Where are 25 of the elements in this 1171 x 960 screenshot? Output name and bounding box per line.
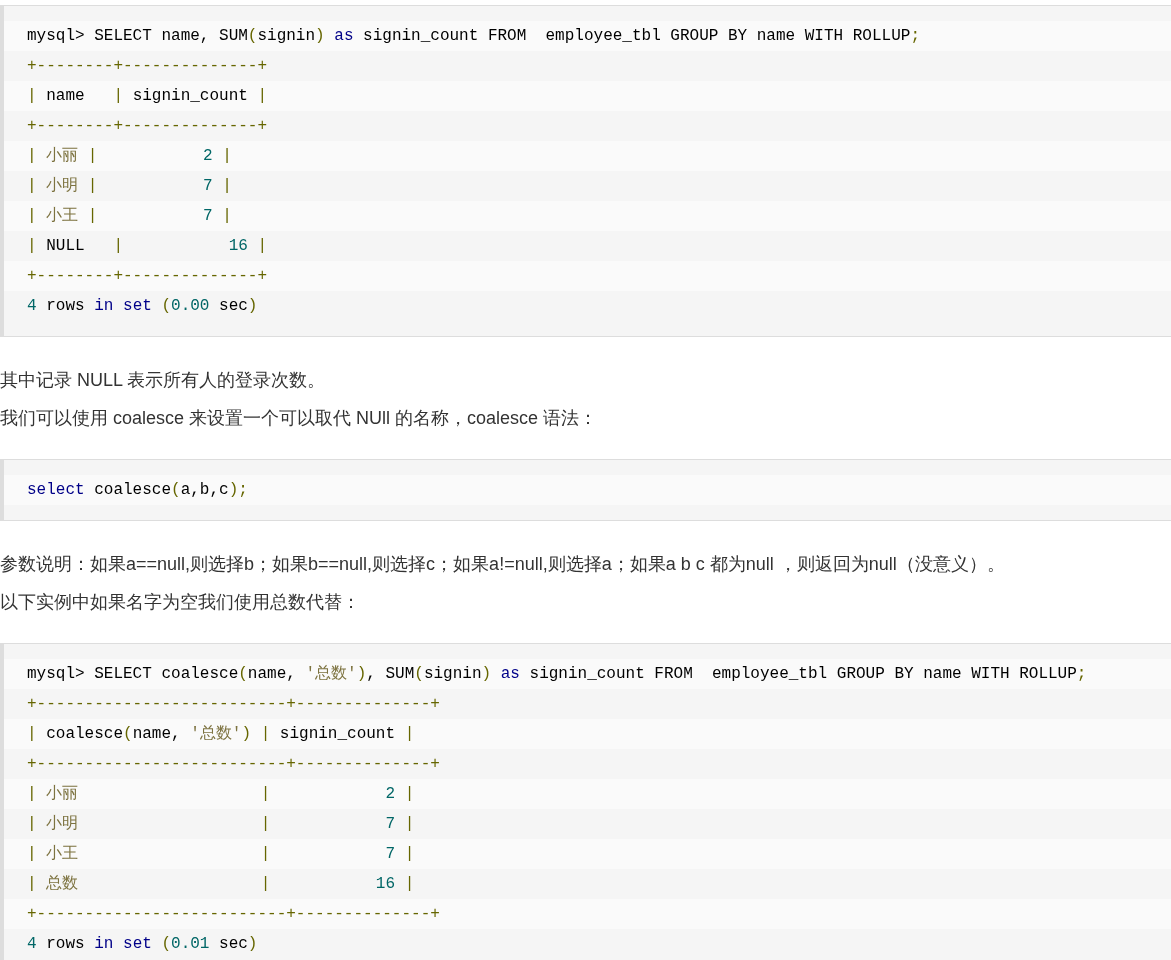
paragraph: 我们可以使用 coalesce 来设置一个可以取代 NUll 的名称，coalesce 语法： (0, 407, 599, 430)
paragraph: 以下实例中如果名字为空我们使用总数代替： (0, 591, 361, 614)
code-line: | coalesce(name, '总数') | signin_count | (27, 724, 415, 745)
code-line: | name | signin_count | (27, 86, 268, 107)
code-line: | 小丽 | 2 | (27, 146, 232, 167)
code-line: mysql> SELECT coalesce(name, '总数'), SUM(signin) as signin_count FROM employee_tbl GROUP BY name WITH ROLLUP; (27, 664, 1087, 685)
code-line: +--------------------------+--------------+ (27, 754, 440, 775)
code-line: | 小丽 | 2 | (27, 784, 415, 805)
code-line: | 小王 | 7 | (27, 206, 232, 227)
code-line: 4 rows in set (0.00 sec) (27, 296, 258, 317)
code-line: +--------------------------+--------------+ (27, 904, 440, 925)
code-line: select coalesce(a,b,c); (27, 480, 248, 501)
paragraph: 参数说明：如果a==null,则选择b；如果b==null,则选择c；如果a!=null,则选择a；如果a b c 都为null ，则返回为null（没意义）。 (0, 553, 1006, 576)
code-line: +--------+--------------+ (27, 56, 268, 77)
code-line: 4 rows in set (0.01 sec) (27, 934, 258, 955)
code-line: | NULL | 16 | (27, 236, 268, 257)
code-line: | 小明 | 7 | (27, 814, 415, 835)
paragraph: 其中记录 NULL 表示所有人的登录次数。 (0, 369, 327, 392)
code-line: +--------+--------------+ (27, 266, 268, 287)
code-line: +--------+--------------+ (27, 116, 268, 137)
code-line: | 小王 | 7 | (27, 844, 415, 865)
code-line: +--------------------------+--------------+ (27, 694, 440, 715)
code-line: mysql> SELECT name, SUM(signin) as signin_count FROM employee_tbl GROUP BY name WITH ROLLUP; (27, 26, 920, 47)
code-line: | 小明 | 7 | (27, 176, 232, 197)
code-line: | 总数 | 16 | (27, 874, 415, 895)
